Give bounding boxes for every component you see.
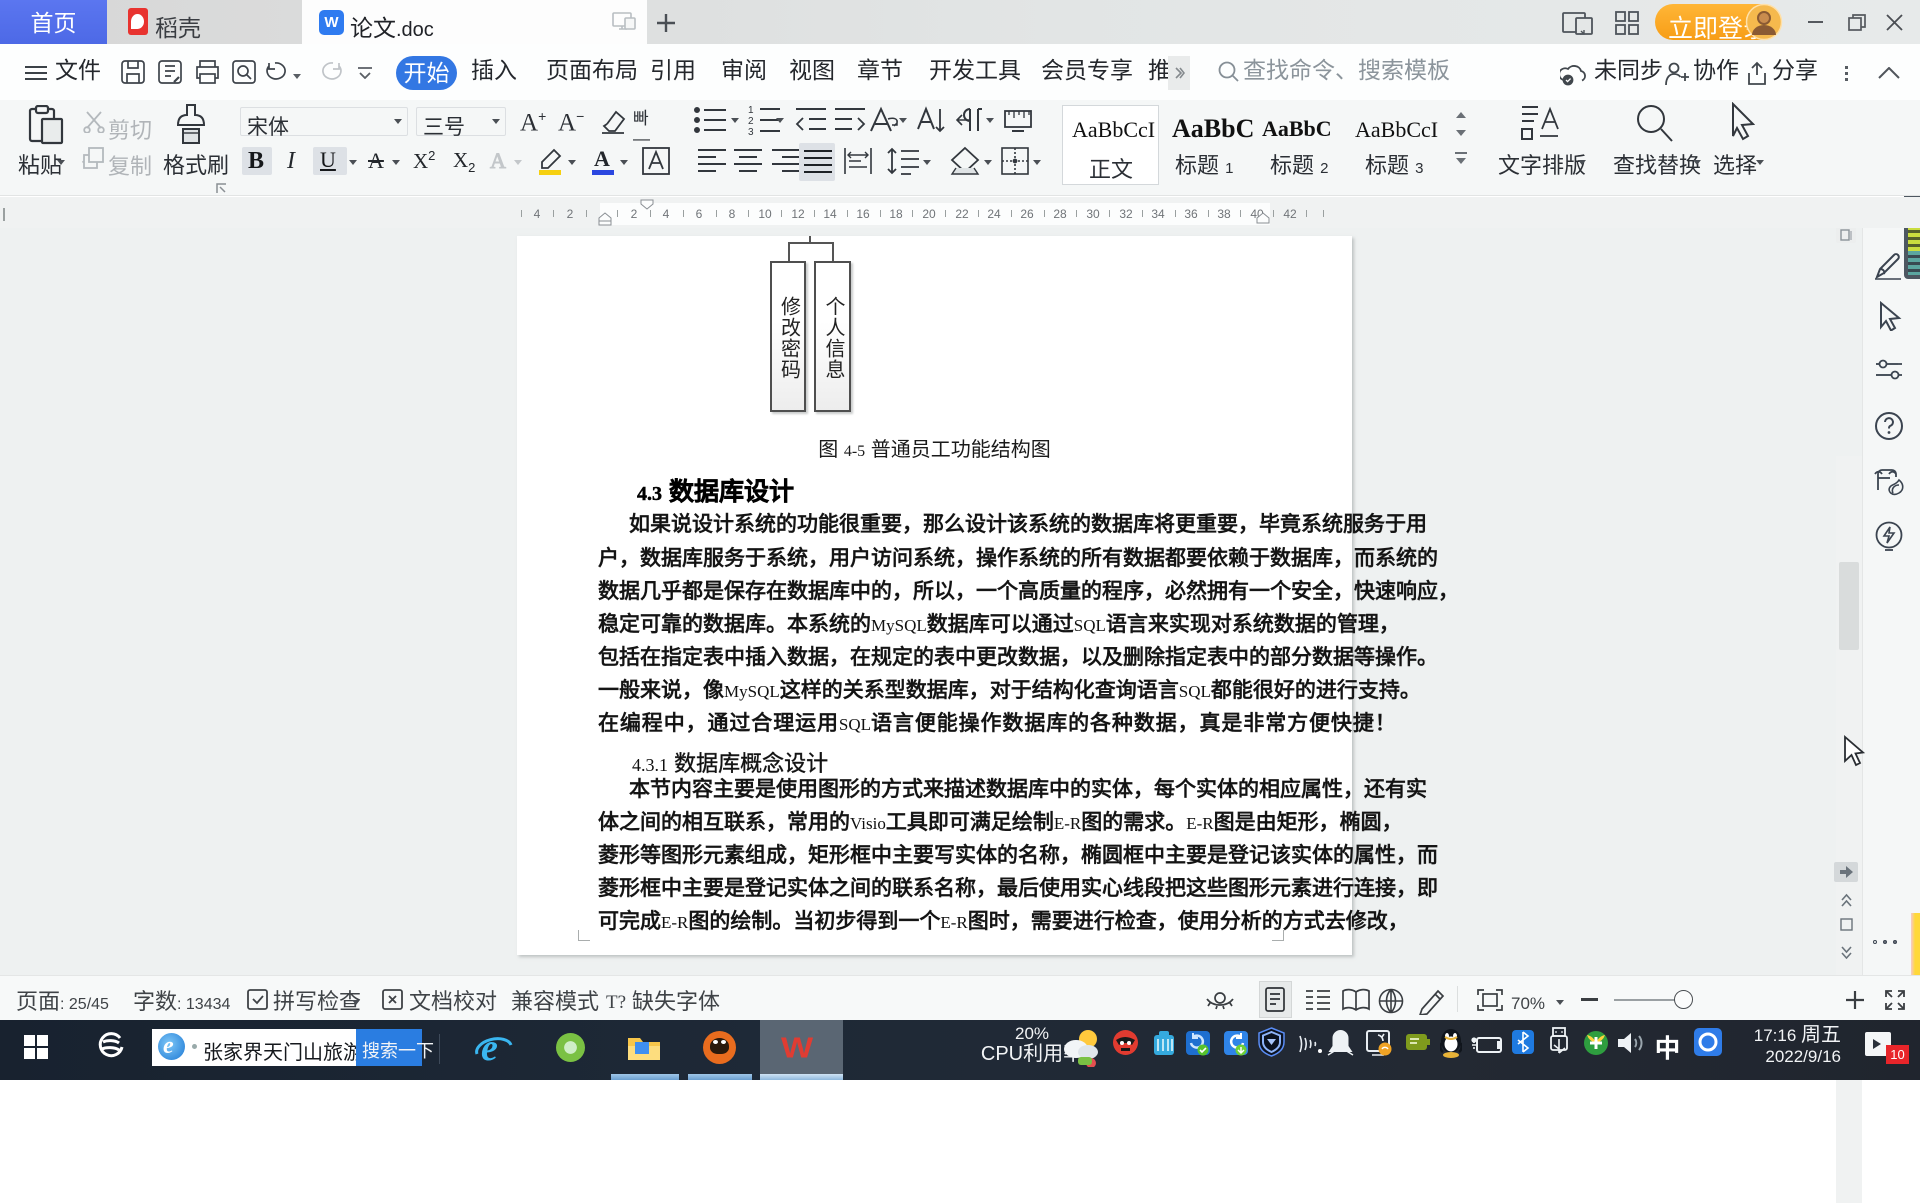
svg-text:2: 2 — [748, 116, 754, 127]
svg-text:e: e — [481, 1028, 498, 1068]
svg-text:3: 3 — [748, 127, 754, 136]
svg-text:1: 1 — [748, 105, 754, 116]
